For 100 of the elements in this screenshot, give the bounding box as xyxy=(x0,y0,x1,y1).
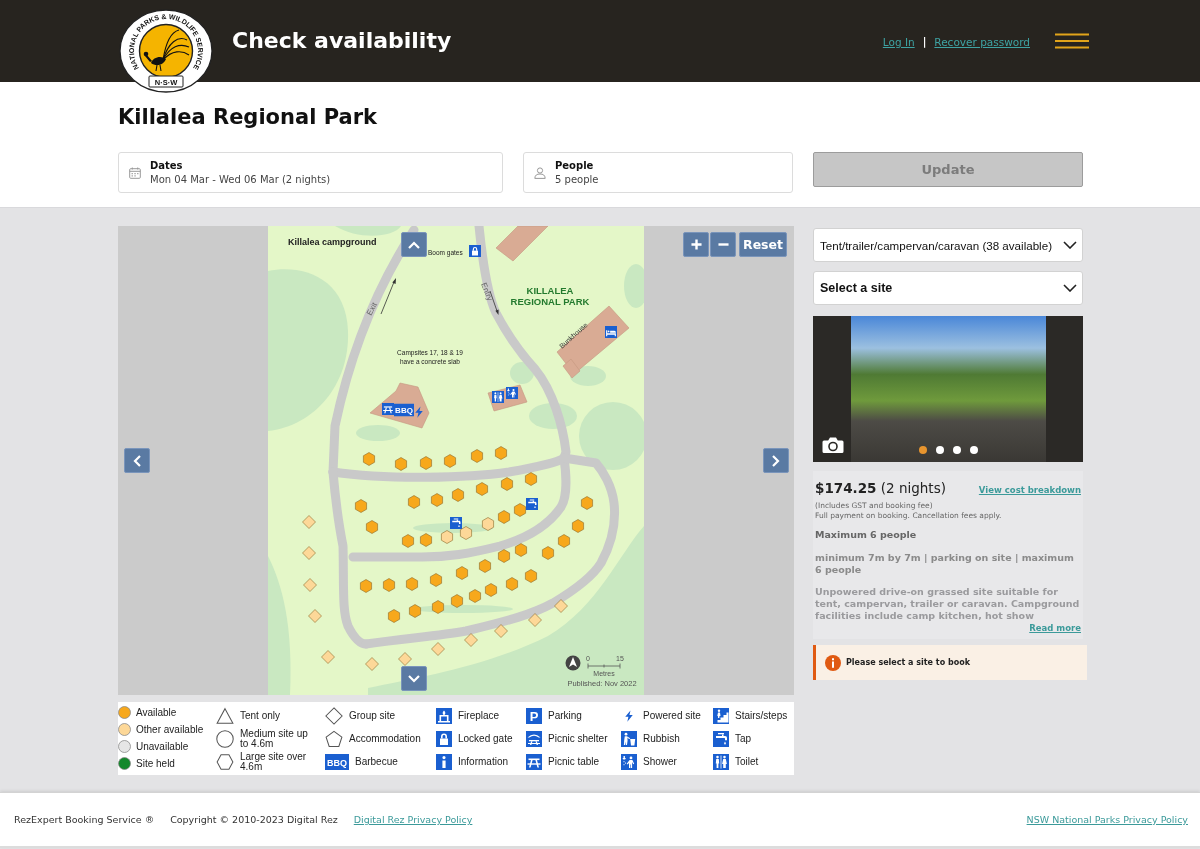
site-marker[interactable] xyxy=(383,578,395,592)
site-marker[interactable] xyxy=(406,577,418,591)
site-marker[interactable] xyxy=(432,600,444,614)
site-marker[interactable] xyxy=(302,515,316,529)
site-marker[interactable] xyxy=(542,546,554,560)
camera-icon[interactable] xyxy=(822,436,844,454)
grass-patch xyxy=(624,264,644,308)
site-marker[interactable] xyxy=(308,609,322,623)
legend-label: Group site xyxy=(349,710,396,721)
site-marker[interactable] xyxy=(572,519,584,533)
people-field[interactable]: People 5 people xyxy=(523,152,793,193)
site-marker[interactable] xyxy=(360,579,372,593)
building xyxy=(495,226,549,262)
site-marker[interactable] xyxy=(420,456,432,470)
read-more-link[interactable]: Read more xyxy=(1029,623,1081,633)
pan-right-button[interactable] xyxy=(763,448,789,473)
site-marker[interactable] xyxy=(581,496,593,510)
shower-icon xyxy=(621,753,637,770)
site-marker[interactable] xyxy=(303,578,317,592)
footer-text: Copyright © 2010-2023 Digital Rez xyxy=(170,814,338,825)
carousel-dot[interactable] xyxy=(918,446,927,454)
site-marker[interactable] xyxy=(431,642,445,656)
site-marker[interactable] xyxy=(525,569,537,583)
legend-label: Stairs/steps xyxy=(735,710,788,721)
site-marker[interactable] xyxy=(452,488,464,502)
site-marker[interactable] xyxy=(554,599,568,613)
site-marker[interactable] xyxy=(469,589,481,603)
site-type-select[interactable]: Tent/trailer/campervan/caravan (38 available) xyxy=(813,228,1083,262)
site-marker[interactable] xyxy=(479,559,491,573)
site-marker[interactable] xyxy=(456,566,468,580)
site-marker[interactable] xyxy=(528,613,542,627)
footer-link[interactable]: NSW National Parks Privacy Policy xyxy=(1026,814,1188,825)
site-marker[interactable] xyxy=(501,477,513,491)
pan-left-button[interactable] xyxy=(124,448,150,473)
site-marker[interactable] xyxy=(482,517,494,531)
site-marker[interactable] xyxy=(471,449,483,463)
zoom-in-button[interactable] xyxy=(683,232,709,257)
site-marker[interactable] xyxy=(441,530,453,544)
site-marker[interactable] xyxy=(398,652,412,666)
site-select[interactable]: Select a site xyxy=(813,271,1083,305)
site-marker[interactable] xyxy=(321,650,335,664)
rubbish-bin-icon xyxy=(621,730,637,747)
site-marker[interactable] xyxy=(498,510,510,524)
site-marker[interactable] xyxy=(464,633,478,647)
site-marker[interactable] xyxy=(498,549,510,563)
site-marker[interactable] xyxy=(451,594,463,608)
site-marker[interactable] xyxy=(420,533,432,547)
chevron-down-icon xyxy=(408,674,420,683)
site-marker[interactable] xyxy=(431,493,443,507)
grass-patch xyxy=(510,362,534,384)
pan-down-button[interactable] xyxy=(401,666,427,691)
site-marker[interactable] xyxy=(460,526,472,540)
site-marker[interactable] xyxy=(355,499,367,513)
exit-label: Exit xyxy=(364,300,380,317)
carousel-dot[interactable] xyxy=(952,446,961,454)
site-marker[interactable] xyxy=(395,457,407,471)
chevron-right-icon xyxy=(772,454,780,467)
site-marker[interactable] xyxy=(494,624,508,638)
site-marker[interactable] xyxy=(485,583,497,597)
tap-icon xyxy=(526,498,538,510)
dates-field[interactable]: Dates Mon 04 Mar - Wed 06 Mar (2 nights) xyxy=(118,152,503,193)
site-marker[interactable] xyxy=(402,534,414,548)
alert-text: Please select a site to book xyxy=(846,658,970,667)
menu-icon[interactable] xyxy=(1055,33,1089,49)
legend-label: Picnic table xyxy=(548,756,600,767)
chevron-down-icon xyxy=(1063,284,1077,292)
zoom-out-button[interactable] xyxy=(710,232,736,257)
site-marker[interactable] xyxy=(363,452,375,466)
site-marker[interactable] xyxy=(525,472,537,486)
account-link[interactable]: Log In xyxy=(882,35,915,48)
site-marker[interactable] xyxy=(444,454,456,468)
carousel-dot[interactable] xyxy=(935,446,944,454)
site-marker[interactable] xyxy=(366,520,378,534)
legend-label: Parking xyxy=(548,710,582,721)
site-marker[interactable] xyxy=(495,446,507,460)
footer-link[interactable]: Digital Rez Privacy Policy xyxy=(353,814,473,825)
site-marker[interactable] xyxy=(430,573,442,587)
pan-up-button[interactable] xyxy=(401,232,427,257)
site-marker[interactable] xyxy=(506,577,518,591)
account-link[interactable]: Recover password xyxy=(934,35,1030,48)
site-marker[interactable] xyxy=(365,657,379,671)
legend-label: Tent only xyxy=(240,710,281,721)
site-marker[interactable] xyxy=(476,482,488,496)
lock-icon xyxy=(436,730,452,747)
site-marker[interactable] xyxy=(558,534,570,548)
reset-button[interactable]: Reset xyxy=(739,232,787,257)
legend-label: Fireplace xyxy=(458,710,500,721)
carousel-dot[interactable] xyxy=(969,446,978,454)
site-features-text: minimum 7m by 7m | parking on site | maximum 6 people xyxy=(815,552,1075,576)
site-marker[interactable] xyxy=(388,609,400,623)
site-marker[interactable] xyxy=(409,604,421,618)
circle-icon xyxy=(216,729,234,748)
field-value: Mon 04 Mar - Wed 06 Mar (2 nights) xyxy=(150,172,331,187)
site-marker[interactable] xyxy=(302,546,316,560)
site-marker[interactable] xyxy=(514,503,526,517)
legend-label: Large site over 4.6m xyxy=(240,752,308,771)
scale-bar xyxy=(587,663,621,669)
site-marker[interactable] xyxy=(408,495,420,509)
cost-breakdown-link[interactable]: View cost breakdown xyxy=(978,485,1081,495)
site-marker[interactable] xyxy=(515,543,527,557)
